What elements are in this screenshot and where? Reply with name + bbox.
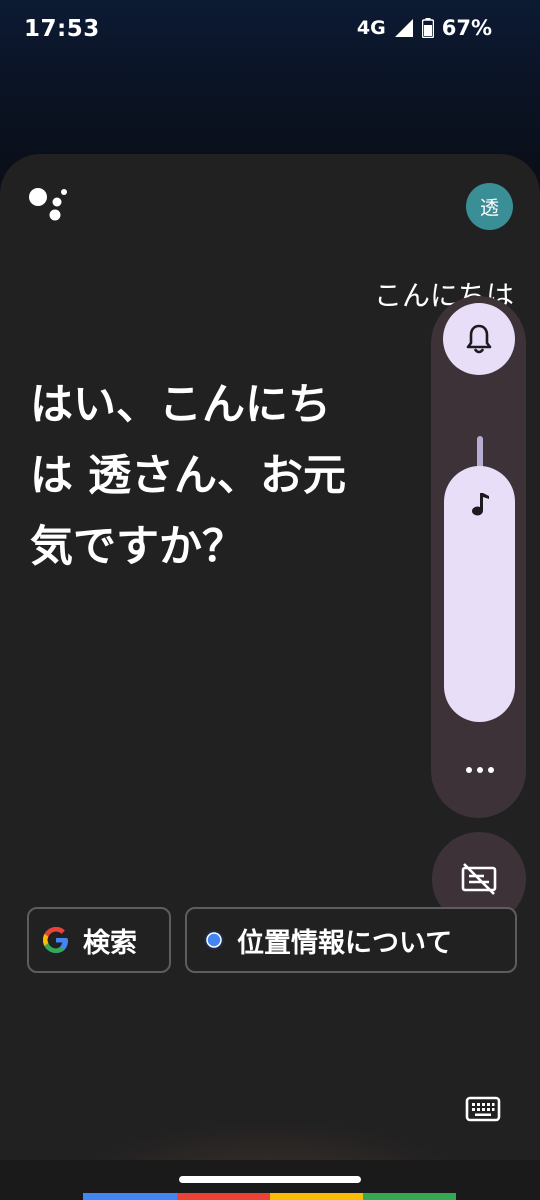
battery-icon: [421, 18, 434, 38]
search-chip[interactable]: 検索: [27, 907, 171, 973]
status-bar: 17:53 4G 67%: [0, 0, 540, 60]
search-chip-label: 検索: [83, 927, 137, 959]
assistant-color-bar-green: [363, 1193, 456, 1200]
music-note-icon: [472, 493, 489, 516]
response-line: はい、こんにち: [30, 380, 331, 430]
ringer-mode-button[interactable]: [443, 303, 515, 375]
avatar-initial: 透: [479, 197, 499, 219]
network-type: 4G: [356, 17, 386, 39]
bell-icon: [466, 324, 492, 354]
signal-icon: [394, 19, 413, 37]
status-indicators: 4G 67%: [357, 16, 492, 40]
response-line: は 透さん、お元: [30, 451, 346, 501]
gesture-navigation-bar[interactable]: [179, 1176, 361, 1183]
status-time: 17:53: [24, 16, 100, 42]
assistant-color-bar-red: [177, 1193, 270, 1200]
assistant-color-bar-blue: [83, 1193, 177, 1200]
location-chip-label: 位置情報について: [237, 927, 453, 959]
response-line: 気ですか？: [30, 522, 245, 572]
more-dot: [477, 767, 483, 773]
google-assistant-icon: [29, 188, 67, 221]
location-chip[interactable]: 位置情報について: [185, 907, 517, 973]
more-dot: [488, 767, 494, 773]
google-g-icon: [43, 927, 68, 953]
location-dot-icon: [204, 930, 224, 950]
assistant-screen: 17:53 4G 67% 透 こんにちは はい、こんにち は 透さん、お元 気で…: [0, 0, 540, 1200]
account-avatar[interactable]: 透: [466, 183, 513, 230]
volume-track: [477, 436, 483, 470]
battery-percent: 67%: [441, 16, 492, 40]
assistant-color-bar-yellow: [270, 1193, 363, 1200]
captions-off-icon: [461, 863, 497, 895]
more-dots-icon: [466, 767, 472, 773]
volume-settings-button[interactable]: [455, 752, 505, 788]
assistant-response: はい、こんにち は 透さん、お元 気ですか？: [30, 370, 410, 583]
